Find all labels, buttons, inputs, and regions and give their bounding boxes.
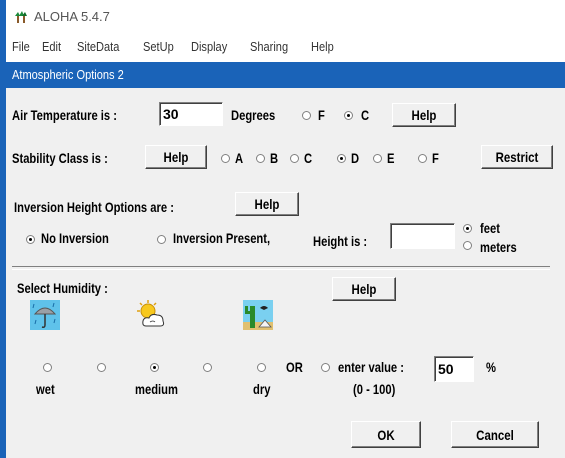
unit-c-label: C — [361, 107, 370, 123]
stability-f-radio[interactable] — [418, 154, 427, 163]
menu-sitedata[interactable]: SiteData — [77, 39, 119, 54]
dialog-title: Atmospheric Options 2 — [12, 67, 124, 82]
humidity-dry-radio[interactable] — [257, 363, 266, 372]
stability-e-label: E — [387, 150, 395, 166]
stability-b-label: B — [270, 150, 279, 166]
no-inversion-radio[interactable] — [26, 235, 35, 244]
inversion-help-button[interactable]: Help — [235, 192, 299, 216]
height-label: Height is : — [313, 233, 368, 249]
meters-label: meters — [480, 239, 517, 255]
height-input[interactable] — [391, 224, 454, 248]
stability-a-label: A — [235, 150, 244, 166]
stability-d-label: D — [351, 150, 360, 166]
inversion-present-radio[interactable] — [157, 235, 166, 244]
stability-d-radio[interactable] — [337, 154, 346, 163]
air-temp-input[interactable] — [160, 103, 222, 125]
dry-label: dry — [253, 381, 271, 397]
humidity-wet-radio[interactable] — [43, 363, 52, 372]
menu-edit[interactable]: Edit — [42, 39, 61, 54]
humidity-label: Select Humidity : — [17, 280, 108, 296]
menu-display[interactable]: Display — [191, 39, 227, 54]
humidity-value-field[interactable] — [434, 356, 474, 382]
air-temp-label: Air Temperature is : — [12, 107, 117, 123]
humidity-radio-2[interactable] — [97, 363, 106, 372]
section-divider — [12, 266, 550, 270]
humidity-help-button[interactable]: Help — [332, 277, 396, 301]
cancel-button[interactable]: Cancel — [451, 421, 539, 448]
menu-help[interactable]: Help — [311, 39, 334, 54]
sun-cloud-icon[interactable] — [137, 300, 167, 330]
stability-b-radio[interactable] — [256, 154, 265, 163]
stability-c-label: C — [304, 150, 313, 166]
height-field[interactable] — [390, 223, 455, 249]
or-label: OR — [286, 359, 303, 375]
unit-c-radio[interactable] — [344, 111, 353, 120]
help-button-label: Help — [254, 196, 280, 212]
menu-setup[interactable]: SetUp — [143, 39, 174, 54]
stability-e-radio[interactable] — [373, 154, 382, 163]
meters-radio[interactable] — [463, 241, 472, 250]
feet-radio[interactable] — [463, 224, 472, 233]
menu-bar: File Edit SiteData SetUp Display Sharing… — [6, 36, 565, 58]
no-inversion-label: No Inversion — [41, 230, 109, 246]
inversion-present-label: Inversion Present, — [173, 230, 271, 246]
humidity-medium-radio[interactable] — [150, 363, 159, 372]
stability-f-label: F — [432, 150, 439, 166]
help-button-label: Help — [411, 107, 437, 123]
degrees-label: Degrees — [231, 107, 276, 123]
cancel-button-label: Cancel — [476, 426, 514, 443]
menu-sharing[interactable]: Sharing — [250, 39, 288, 54]
inversion-label: Inversion Height Options are : — [14, 199, 174, 215]
cactus-icon[interactable] — [243, 300, 273, 330]
unit-f-radio[interactable] — [302, 111, 311, 120]
stability-help-button[interactable]: Help — [145, 145, 207, 169]
ok-button-label: OK — [377, 426, 395, 443]
percent-label: % — [486, 359, 496, 375]
enter-value-label: enter value : — [338, 359, 404, 375]
air-temp-field[interactable] — [159, 102, 223, 126]
restrict-button-label: Restrict — [495, 149, 539, 165]
unit-f-label: F — [318, 107, 325, 123]
air-temp-help-button[interactable]: Help — [392, 103, 456, 127]
wet-label: wet — [36, 381, 55, 397]
help-button-label: Help — [163, 149, 189, 165]
stability-a-radio[interactable] — [221, 154, 230, 163]
restrict-button[interactable]: Restrict — [481, 145, 553, 169]
aloha-logo-icon — [14, 10, 28, 24]
medium-label: medium — [135, 381, 178, 397]
humidity-value-input[interactable] — [435, 357, 473, 381]
app-title: ALOHA 5.4.7 — [34, 9, 110, 24]
stability-label: Stability Class is : — [12, 150, 108, 166]
ok-button[interactable]: OK — [351, 421, 421, 448]
stability-c-radio[interactable] — [290, 154, 299, 163]
feet-label: feet — [480, 220, 500, 236]
humidity-enter-value-radio[interactable] — [321, 363, 330, 372]
range-label: (0 - 100) — [353, 381, 396, 397]
help-button-label: Help — [351, 281, 377, 297]
humidity-radio-4[interactable] — [203, 363, 212, 372]
menu-file[interactable]: File — [12, 39, 30, 54]
dialog-body — [6, 88, 565, 458]
umbrella-icon[interactable] — [30, 300, 60, 330]
